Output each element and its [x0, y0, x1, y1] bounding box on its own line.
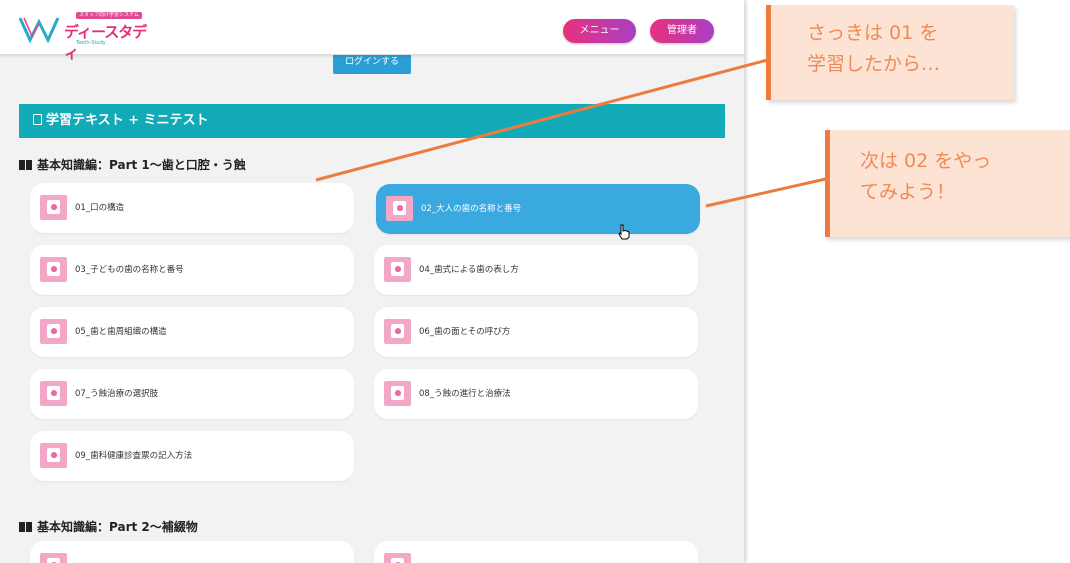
- hand-pointer-icon: [618, 224, 630, 240]
- callout-previous-lesson: さっきは 01 を 学習したから…: [766, 5, 1014, 100]
- callout-next-lesson: 次は 02 をやっ てみよう！: [825, 130, 1070, 237]
